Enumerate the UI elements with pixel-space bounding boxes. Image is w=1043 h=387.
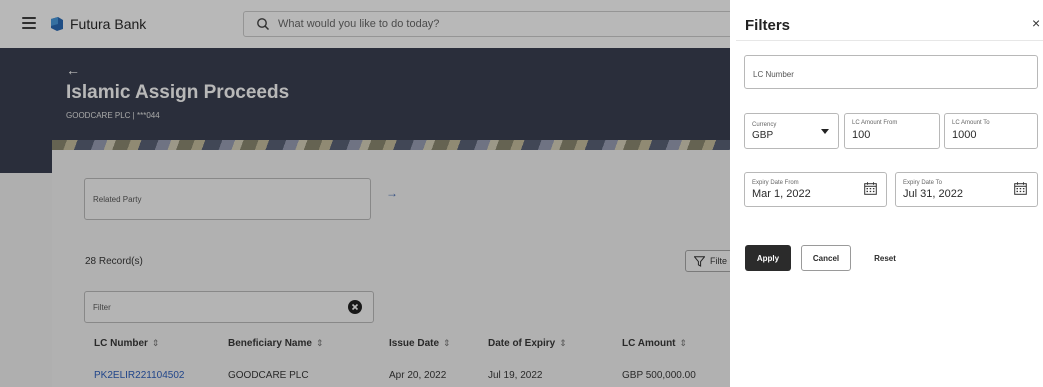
currency-select[interactable]: Currency GBP: [744, 113, 839, 149]
lc-amount-to-field[interactable]: LC Amount To 1000: [944, 113, 1038, 149]
expiry-date-to-field[interactable]: Expiry Date To Jul 31, 2022: [895, 172, 1038, 207]
lc-amount-from-value: 100: [852, 129, 871, 141]
currency-value: GBP: [752, 130, 774, 141]
expiry-date-to-label: Expiry Date To: [903, 180, 942, 186]
chevron-down-icon: [821, 129, 829, 134]
lc-amount-to-label: LC Amount To: [952, 120, 990, 126]
cancel-button[interactable]: Cancel: [801, 245, 851, 271]
calendar-icon[interactable]: [864, 182, 877, 195]
close-icon[interactable]: ×: [1032, 16, 1040, 30]
calendar-icon[interactable]: [1014, 182, 1027, 195]
modal-overlay[interactable]: [0, 0, 730, 387]
currency-label: Currency: [752, 122, 777, 128]
expiry-date-from-field[interactable]: Expiry Date From Mar 1, 2022: [744, 172, 887, 207]
lc-amount-from-label: LC Amount From: [852, 120, 898, 126]
expiry-date-from-value: Mar 1, 2022: [752, 188, 811, 200]
lc-amount-from-field[interactable]: LC Amount From 100: [844, 113, 940, 149]
background-app: Futura Bank What would you like to do to…: [0, 0, 730, 387]
drawer-title: Filters: [745, 17, 791, 34]
drawer-divider: [736, 40, 1043, 41]
lc-number-field[interactable]: LC Number: [744, 55, 1038, 89]
reset-button[interactable]: Reset: [866, 245, 904, 271]
expiry-date-from-label: Expiry Date From: [752, 180, 799, 186]
apply-button[interactable]: Apply: [745, 245, 791, 271]
lc-amount-to-value: 1000: [952, 129, 977, 141]
lc-number-placeholder: LC Number: [753, 70, 794, 79]
expiry-date-to-value: Jul 31, 2022: [903, 188, 963, 200]
